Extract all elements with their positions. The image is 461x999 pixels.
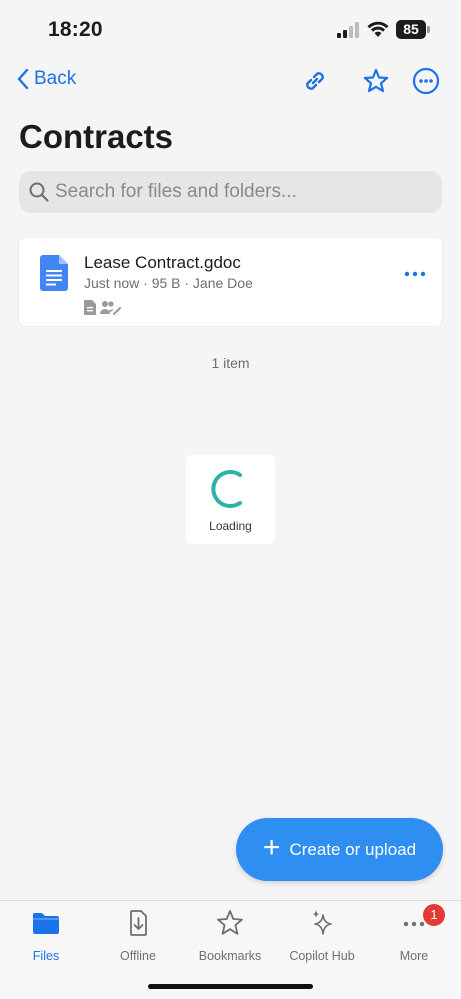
cellular-signal-icon <box>337 22 359 38</box>
spinner-icon <box>211 470 242 508</box>
loading-label: Loading <box>209 519 252 533</box>
wifi-icon <box>367 21 389 37</box>
home-indicator <box>148 984 313 989</box>
chevron-left-icon <box>17 68 29 90</box>
tab-more[interactable]: More <box>368 909 460 969</box>
more-circle-icon[interactable] <box>411 66 441 96</box>
tab-bookmarks[interactable]: Bookmarks <box>184 909 276 969</box>
page-title: Contracts <box>19 118 174 155</box>
battery-level: 85 <box>396 20 426 39</box>
back-label: Back <box>34 68 77 89</box>
star-icon <box>217 910 243 935</box>
file-name: Lease Contract.gdoc <box>84 253 241 272</box>
search-bar[interactable] <box>19 171 442 213</box>
star-icon[interactable] <box>361 66 391 96</box>
back-button[interactable]: Back <box>16 68 76 90</box>
google-doc-icon <box>40 255 68 291</box>
file-row[interactable]: Lease Contract.gdoc Just now · 95 B · Ja… <box>19 238 442 326</box>
loading-indicator: Loading <box>186 455 275 544</box>
navigation-bar: Back <box>0 60 461 104</box>
shared-edit-icon <box>100 301 121 315</box>
tab-label: Copilot Hub <box>289 949 355 963</box>
plus-icon: + <box>262 831 281 864</box>
folder-icon <box>33 913 59 934</box>
create-or-upload-label: Create or upload <box>289 839 417 859</box>
link-icon[interactable] <box>300 66 330 96</box>
tab-files[interactable]: Files <box>0 909 92 969</box>
tab-offline[interactable]: Offline <box>92 909 184 969</box>
tab-label: More <box>399 949 429 963</box>
tab-label: Files <box>32 949 60 963</box>
offline-download-icon <box>130 910 147 936</box>
battery-indicator: 85 <box>396 20 430 39</box>
document-icon <box>84 300 96 315</box>
file-more-icon[interactable] <box>400 264 430 284</box>
status-time: 18:20 <box>48 18 103 41</box>
notification-badge: 1 <box>423 904 445 926</box>
status-bar: 18:20 85 <box>0 0 461 56</box>
sparkle-icon <box>313 910 332 935</box>
search-icon <box>29 182 49 202</box>
file-meta: Just now · 95 B · Jane Doe <box>84 275 253 291</box>
tab-label: Offline <box>120 949 156 963</box>
file-badges <box>84 300 122 315</box>
create-or-upload-button[interactable]: + Create or upload <box>236 818 443 881</box>
search-input[interactable] <box>55 181 415 203</box>
tab-label: Bookmarks <box>198 949 262 963</box>
item-count: 1 item <box>211 355 250 371</box>
tab-copilot-hub[interactable]: Copilot Hub <box>276 909 368 969</box>
